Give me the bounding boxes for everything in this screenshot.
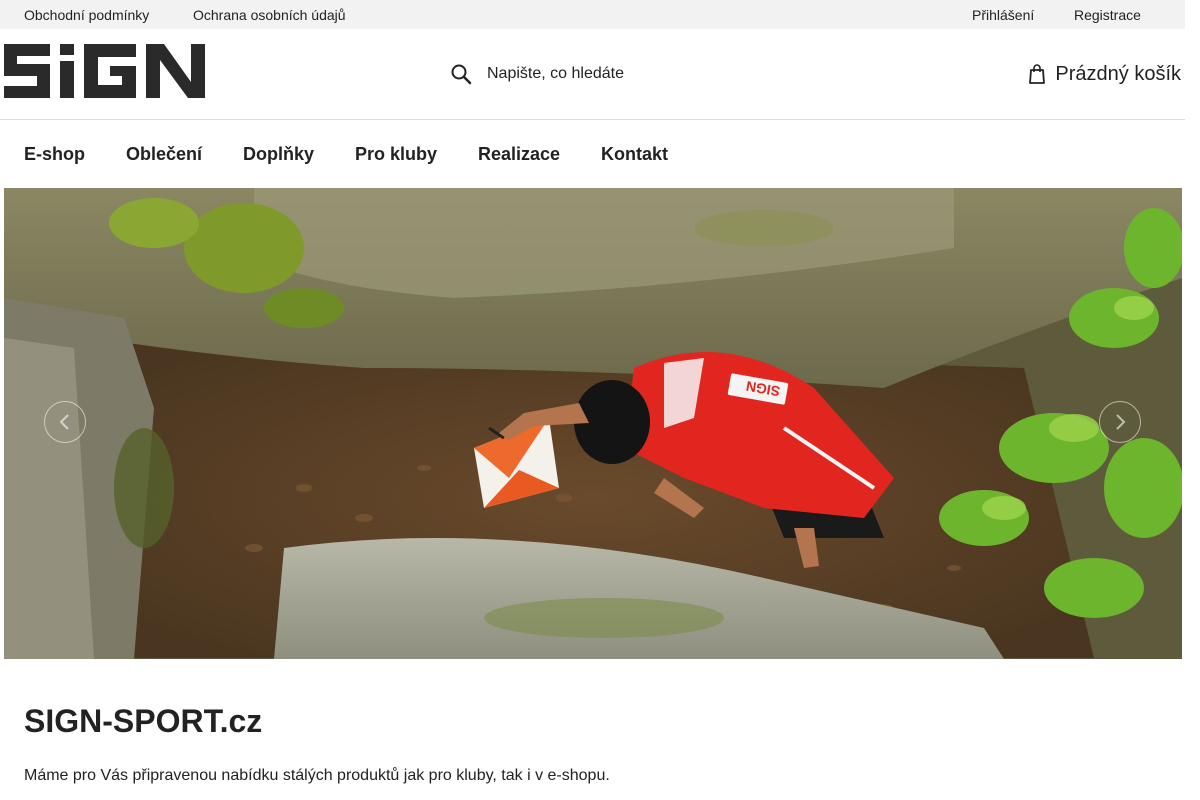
search-placeholder: Napište, co hledáte [487,65,624,82]
slider-next-button[interactable] [1099,401,1141,443]
chevron-right-icon [1116,414,1126,430]
nav-item-clubs[interactable]: Pro kluby [355,144,437,165]
page-title: SIGN-SPORT.cz [24,703,263,739]
intro-text: Máme pro Vás připravenou nabídku stálých… [24,767,610,784]
search-icon [451,64,472,85]
hero-image: SIGN [4,188,1182,659]
nav-item-clothing[interactable]: Oblečení [126,144,202,165]
nav-item-accessories[interactable]: Doplňky [243,144,314,165]
slider-prev-button[interactable] [44,401,86,443]
top-utility-bar: Obchodní podmínky Ochrana osobních údajů… [0,0,1185,29]
cart-label: Prázdný košík [1055,62,1181,85]
register-link[interactable]: Registrace [1074,7,1141,23]
site-header: Napište, co hledáte Prázdný košík [0,29,1185,119]
site-logo[interactable] [4,44,206,98]
terms-link[interactable]: Obchodní podmínky [24,7,149,23]
nav-item-realizations[interactable]: Realizace [478,144,560,165]
cart-button[interactable]: Prázdný košík [1028,59,1181,89]
sign-logo-graphic [4,44,205,98]
hero-slider[interactable]: SIGN [4,188,1182,659]
chevron-left-icon [59,414,69,430]
search-box[interactable]: Napište, co hledáte [450,59,710,89]
main-nav: E-shop Oblečení Doplňky Pro kluby Realiz… [0,120,1185,188]
nav-item-contact[interactable]: Kontakt [601,144,668,165]
nav-item-eshop[interactable]: E-shop [24,144,85,165]
privacy-link[interactable]: Ochrana osobních údajů [193,7,346,23]
cart-bag-icon [1029,64,1046,84]
login-link[interactable]: Přihlášení [972,7,1034,23]
